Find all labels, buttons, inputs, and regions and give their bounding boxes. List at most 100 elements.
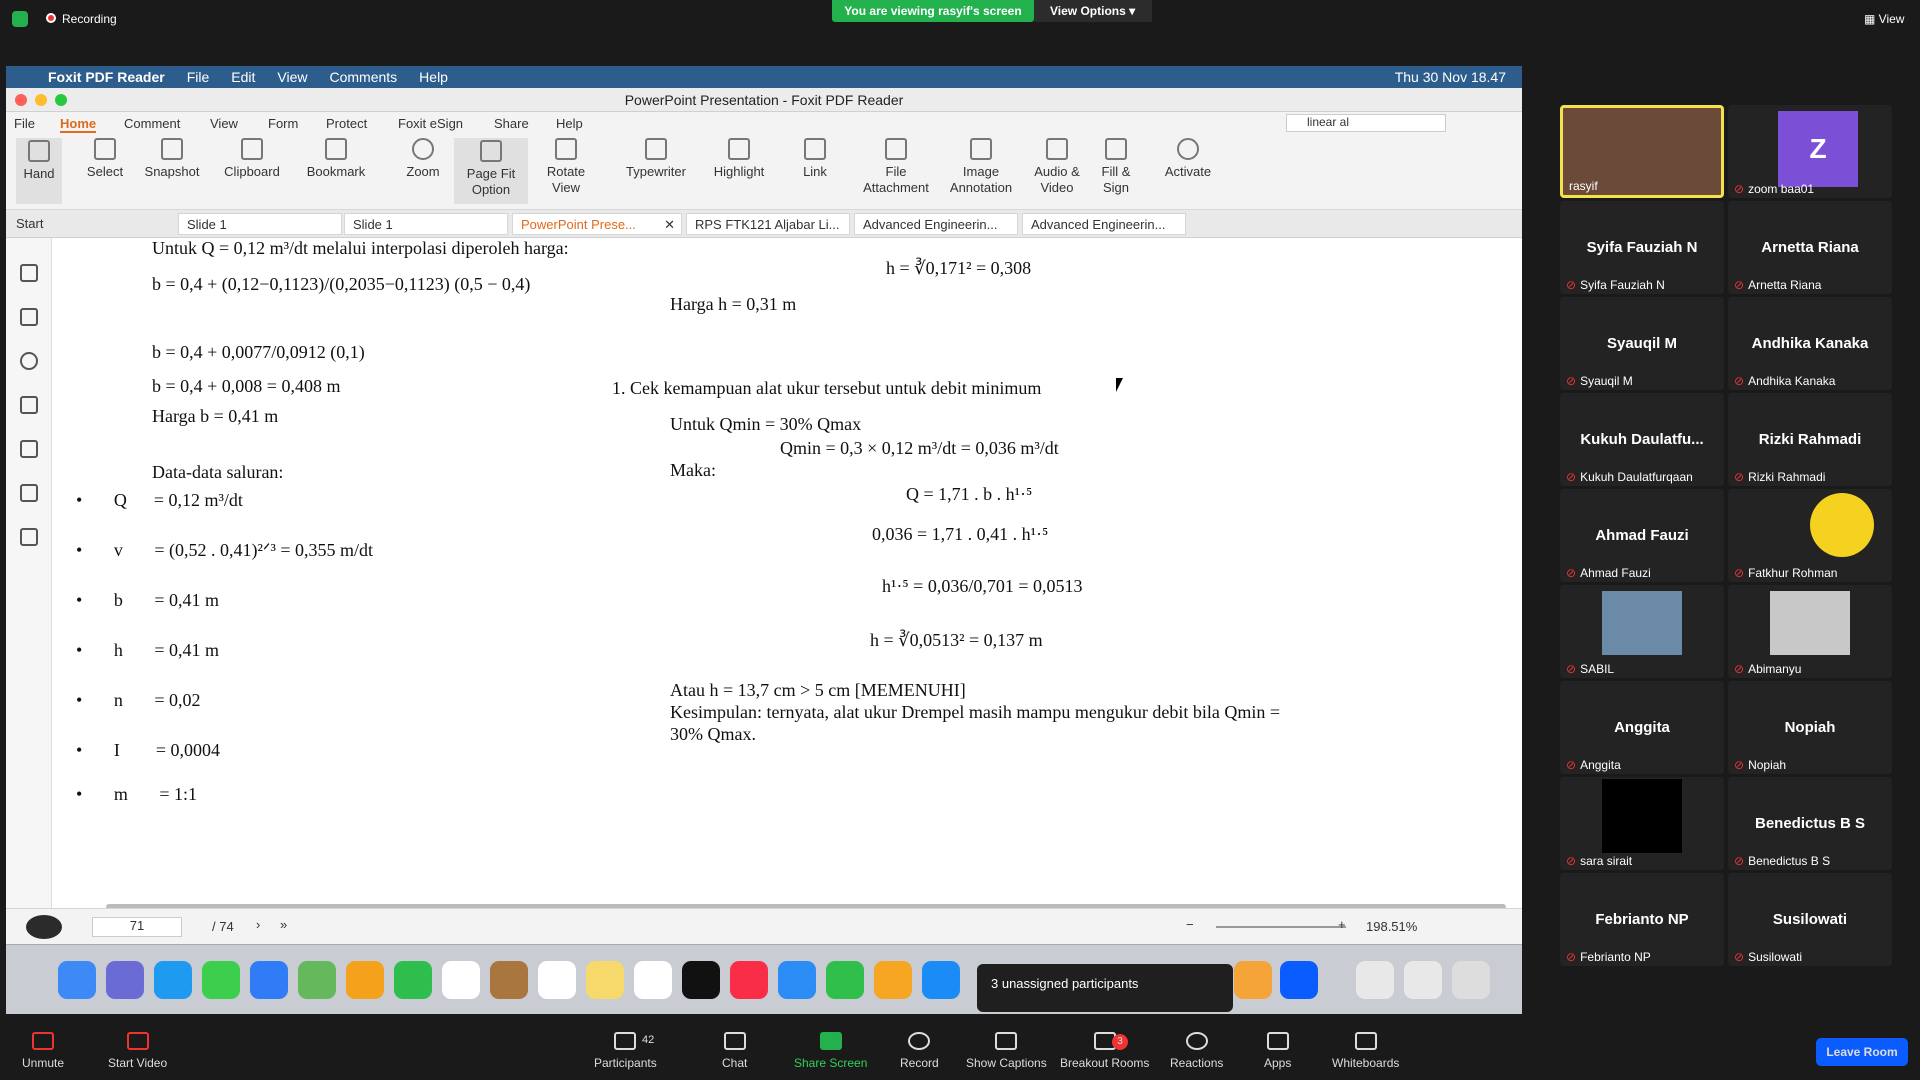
finder-icon[interactable] [58, 961, 96, 999]
photos-icon[interactable] [346, 961, 384, 999]
activate-tool[interactable]: Activate [1158, 138, 1218, 180]
clipboard-tool[interactable]: Clipboard [220, 138, 284, 180]
attachments-panel-icon[interactable] [20, 440, 38, 458]
layers-panel-icon[interactable] [20, 396, 38, 414]
participant-tile[interactable]: rasyif [1560, 105, 1724, 198]
last-page-icon[interactable]: » [280, 917, 287, 932]
zoom-app-icon[interactable] [1280, 961, 1318, 999]
participant-tile[interactable]: Arnetta Riana ⊘ Arnetta Riana [1728, 201, 1892, 294]
reminders-icon[interactable] [538, 961, 576, 999]
unmute-button[interactable]: Unmute [22, 1032, 64, 1070]
view-options-button[interactable]: View Options ▾ [1034, 0, 1152, 22]
tab-home[interactable]: Home [60, 116, 97, 133]
tab-comment[interactable]: Comment [124, 116, 180, 131]
freeform-icon[interactable] [634, 961, 672, 999]
next-page-icon[interactable]: › [256, 917, 260, 932]
participant-tile[interactable]: ⊘ Fatkhur Rohman [1728, 489, 1892, 582]
start-video-button[interactable]: Start Video [108, 1032, 167, 1070]
clock[interactable]: Thu 30 Nov 18.47 [1395, 69, 1506, 85]
snapshot-tool[interactable]: Snapshot [140, 138, 204, 180]
highlight-tool[interactable]: Highlight [706, 138, 772, 180]
link-tool[interactable]: Link [792, 138, 838, 180]
typewriter-tool[interactable]: Typewriter [618, 138, 694, 180]
messages-icon[interactable] [202, 961, 240, 999]
file-attachment-tool[interactable]: File Attachment [858, 138, 934, 196]
launchpad-icon[interactable] [106, 961, 144, 999]
tab-form[interactable]: Form [268, 116, 298, 131]
fill-sign-tool[interactable]: Fill & Sign [1094, 138, 1138, 196]
trash-icon[interactable] [1452, 961, 1490, 999]
doc-tab[interactable]: RPS FTK121 Aljabar Li... [686, 213, 850, 235]
apple-tv-icon[interactable] [682, 961, 720, 999]
participant-tile[interactable]: ⊘ Abimanyu [1728, 585, 1892, 678]
search-input[interactable]: linear al [1286, 114, 1446, 132]
participant-tile[interactable]: Kukuh Daulatfu... ⊘ Kukuh Daulatfurqaan [1560, 393, 1724, 486]
hand-tool[interactable]: Hand [16, 138, 62, 204]
bookmark-tool[interactable]: Bookmark [302, 138, 370, 180]
participant-tile[interactable]: Ahmad Fauzi ⊘ Ahmad Fauzi [1560, 489, 1724, 582]
page-number-input[interactable]: 71 [92, 917, 182, 937]
doc-tab[interactable]: Advanced Engineerin... [854, 213, 1018, 235]
view-button[interactable]: ▦ View [1864, 12, 1904, 26]
participant-tile[interactable]: Benedictus B S ⊘ Benedictus B S [1728, 777, 1892, 870]
audio-video-tool[interactable]: Audio & Video [1026, 138, 1088, 196]
maps-icon[interactable] [298, 961, 336, 999]
app-store-icon[interactable] [922, 961, 960, 999]
image-annotation-tool[interactable]: Image Annotation [942, 138, 1020, 196]
record-button[interactable]: Record [900, 1032, 939, 1070]
security-panel-icon[interactable] [20, 484, 38, 502]
breakout-rooms-button[interactable]: Breakout Rooms [1060, 1032, 1149, 1070]
rotate-view-tool[interactable]: Rotate View [536, 138, 596, 196]
participant-tile[interactable]: Rizki Rahmadi ⊘ Rizki Rahmadi [1728, 393, 1892, 486]
participant-tile[interactable]: Anggita ⊘ Anggita [1560, 681, 1724, 774]
mail-icon[interactable] [250, 961, 288, 999]
documents-icon[interactable] [1404, 961, 1442, 999]
participant-tile[interactable]: Syifa Fauziah N ⊘ Syifa Fauziah N [1560, 201, 1724, 294]
facetime-icon[interactable] [394, 961, 432, 999]
menu-view[interactable]: View [277, 69, 307, 85]
music-icon[interactable] [730, 961, 768, 999]
doc-tab[interactable]: Start [8, 213, 176, 235]
select-tool[interactable]: Select [82, 138, 128, 180]
downloads-icon[interactable] [1356, 961, 1394, 999]
contacts-icon[interactable] [490, 961, 528, 999]
safari-icon[interactable] [154, 961, 192, 999]
recording-indicator[interactable]: Recording [46, 12, 117, 26]
calendar-icon[interactable] [442, 961, 480, 999]
edit-pen-icon[interactable] [26, 915, 62, 939]
participant-tile[interactable]: ⊘ sara sirait [1560, 777, 1724, 870]
participant-tile[interactable]: Z ⊘ zoom baa01 [1728, 105, 1892, 198]
page-fit-tool[interactable]: Page Fit Option [454, 138, 528, 204]
zoom-in-icon[interactable]: + [1338, 917, 1346, 932]
chat-button[interactable]: Chat [722, 1032, 747, 1070]
menu-comments[interactable]: Comments [329, 69, 397, 85]
doc-tab[interactable]: Slide 1 [178, 213, 342, 235]
bookmark-panel-icon[interactable] [20, 264, 38, 282]
signature-panel-icon[interactable] [20, 528, 38, 546]
tab-file[interactable]: File [14, 116, 35, 131]
apps-button[interactable]: Apps [1264, 1032, 1291, 1070]
zoom-slider[interactable] [1216, 926, 1346, 928]
share-screen-button[interactable]: Share Screen [794, 1032, 867, 1070]
participant-tile[interactable]: Febrianto NP ⊘ Febrianto NP [1560, 873, 1724, 966]
menu-help[interactable]: Help [419, 69, 448, 85]
foxit-icon[interactable] [1234, 961, 1272, 999]
unassigned-popup[interactable]: 3 unassigned participants [977, 964, 1233, 1012]
app-name[interactable]: Foxit PDF Reader [48, 69, 165, 85]
menu-file[interactable]: File [187, 69, 210, 85]
participant-tile[interactable]: ⊘ SABIL [1560, 585, 1724, 678]
pages-panel-icon[interactable] [20, 308, 38, 326]
comments-panel-icon[interactable] [20, 352, 38, 370]
participant-tile[interactable]: Syauqil M ⊘ Syauqil M [1560, 297, 1724, 390]
tab-protect[interactable]: Protect [326, 116, 367, 131]
zoom-level[interactable]: 198.51% [1366, 919, 1417, 934]
tab-view[interactable]: View [210, 116, 238, 131]
captions-button[interactable]: Show Captions [966, 1032, 1047, 1070]
tab-foxit-esign[interactable]: Foxit eSign [398, 116, 463, 131]
reactions-button[interactable]: Reactions [1170, 1032, 1223, 1070]
participant-tile[interactable]: Nopiah ⊘ Nopiah [1728, 681, 1892, 774]
pages-icon[interactable] [874, 961, 912, 999]
zoom-tool[interactable]: Zoom [400, 138, 446, 180]
participant-tile[interactable]: Susilowati ⊘ Susilowati [1728, 873, 1892, 966]
doc-tab[interactable]: Advanced Engineerin... [1022, 213, 1186, 235]
